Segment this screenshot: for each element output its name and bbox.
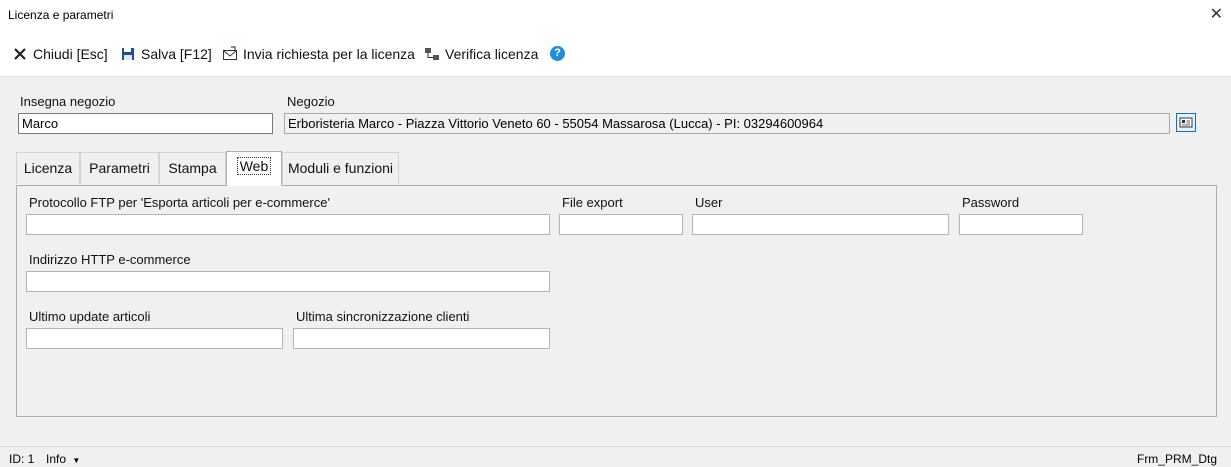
- ftp-protocol-input[interactable]: [26, 214, 550, 235]
- negozio-label: Negozio: [287, 94, 335, 109]
- status-bar: ID: 1 Info ▼ Frm_PRM_Dtg: [0, 446, 1231, 467]
- info-dropdown-label: Info: [46, 452, 67, 466]
- password-input[interactable]: [959, 214, 1083, 235]
- verify-license-button[interactable]: Verifica licenza: [424, 46, 538, 62]
- http-address-input[interactable]: [26, 271, 550, 292]
- form-name: Frm_PRM_Dtg: [1136, 452, 1217, 466]
- verify-license-label: Verifica licenza: [445, 46, 539, 62]
- password-label: Password: [962, 195, 1020, 210]
- info-dropdown[interactable]: Info ▼: [46, 452, 80, 466]
- negozio-lookup-button[interactable]: [1176, 113, 1196, 132]
- last-articles-update-label: Ultimo update articoli: [29, 309, 151, 324]
- close-icon[interactable]: ✕: [1210, 4, 1223, 24]
- last-clients-sync-label: Ultima sincronizzazione clienti: [296, 309, 470, 324]
- file-export-input[interactable]: [559, 214, 683, 235]
- id-card-icon: [1177, 117, 1195, 134]
- negozio-field[interactable]: [284, 113, 1170, 134]
- tab-moduli-e-funzioni[interactable]: Moduli e funzioni: [282, 152, 399, 184]
- network-icon: [424, 46, 440, 62]
- tab-stampa[interactable]: Stampa: [159, 152, 226, 184]
- close-button[interactable]: Chiudi [Esc]: [12, 46, 108, 62]
- ftp-protocol-label: Protocollo FTP per 'Esporta articoli per…: [29, 195, 330, 210]
- floppy-disk-icon: [120, 46, 136, 62]
- tab-parametri[interactable]: Parametri: [80, 152, 159, 184]
- toolbar: Chiudi [Esc] Salva [F12] Invia richiesta…: [0, 30, 1231, 77]
- user-input[interactable]: [692, 214, 949, 235]
- last-clients-sync-input[interactable]: [293, 328, 550, 349]
- send-license-request-label: Invia richiesta per la licenza: [243, 46, 415, 62]
- last-articles-update-input[interactable]: [26, 328, 283, 349]
- user-label: User: [695, 195, 723, 210]
- http-address-label: Indirizzo HTTP e-commerce: [29, 252, 191, 267]
- record-id: ID: 1: [9, 452, 35, 466]
- window-title: Licenza e parametri: [8, 8, 114, 22]
- file-export-label: File export: [562, 195, 623, 210]
- tab-web[interactable]: Web: [226, 151, 282, 186]
- save-button-label: Salva [F12]: [141, 46, 212, 62]
- insegna-negozio-input[interactable]: [18, 113, 273, 134]
- title-bar: Licenza e parametri ✕: [0, 0, 1231, 30]
- tab-licenza[interactable]: Licenza: [16, 152, 80, 184]
- save-button[interactable]: Salva [F12]: [120, 46, 212, 62]
- envelope-icon: [222, 46, 238, 62]
- send-license-request-button[interactable]: Invia richiesta per la licenza: [222, 46, 415, 62]
- help-icon[interactable]: ?: [550, 46, 565, 61]
- x-icon: [12, 46, 28, 62]
- close-button-label: Chiudi [Esc]: [33, 46, 108, 62]
- caret-down-icon: ▼: [72, 456, 81, 465]
- insegna-negozio-label: Insegna negozio: [20, 94, 116, 109]
